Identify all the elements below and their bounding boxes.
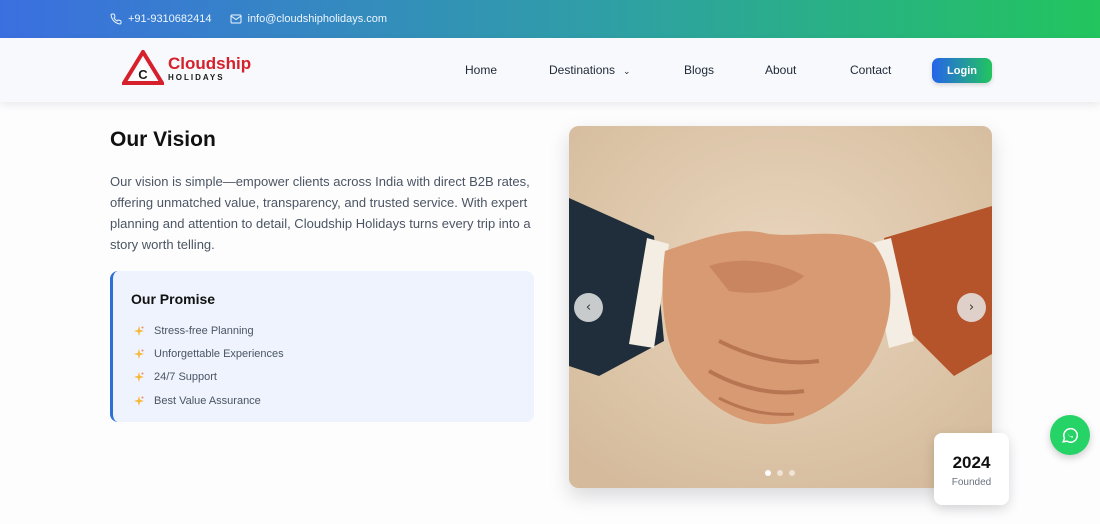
founded-badge: 2024 Founded xyxy=(934,433,1009,505)
list-item: Stress-free Planning xyxy=(133,319,284,342)
list-item: Unforgettable Experiences xyxy=(133,342,284,365)
whatsapp-icon xyxy=(1062,427,1079,443)
main-navbar: C Cloudship HOLIDAYS Home Destinations ⌄ … xyxy=(0,38,1100,102)
list-item: 24/7 Support xyxy=(133,366,284,389)
carousel-next-button[interactable]: › xyxy=(957,293,986,322)
chevron-left-icon: ‹ xyxy=(585,300,592,315)
sparkle-icon xyxy=(134,395,144,406)
founded-year: 2024 xyxy=(952,453,991,472)
carousel-prev-button[interactable]: ‹ xyxy=(574,293,603,322)
vision-title: Our Vision xyxy=(110,128,216,151)
email-address: info@cloudshipholidays.com xyxy=(247,13,388,25)
list-item: Best Value Assurance xyxy=(133,389,284,412)
promise-item-label: Stress-free Planning xyxy=(154,324,254,337)
nav-home[interactable]: Home xyxy=(465,63,497,77)
chevron-right-icon: › xyxy=(968,300,975,315)
image-carousel[interactable]: ‹ › xyxy=(569,126,992,488)
chevron-down-icon: ⌄ xyxy=(623,66,631,76)
promise-item-label: Unforgettable Experiences xyxy=(154,347,284,360)
carousel-dot[interactable] xyxy=(789,470,795,476)
promise-list: Stress-free Planning Unforgettable Exper… xyxy=(133,319,284,412)
nav-about[interactable]: About xyxy=(765,63,796,77)
vision-text: Our vision is simple—empower clients acr… xyxy=(110,174,531,252)
email-contact[interactable]: info@cloudshipholidays.com xyxy=(230,13,388,25)
sparkle-icon xyxy=(134,348,144,359)
handshake-image xyxy=(569,126,992,488)
phone-number: +91-9310682414 xyxy=(128,13,212,25)
promise-item-label: 24/7 Support xyxy=(154,371,217,384)
top-contact-bar: +91-9310682414 info@cloudshipholidays.co… xyxy=(0,0,1100,38)
promise-card: Our Promise Stress-free Planning Unforge… xyxy=(110,271,534,422)
nav-destinations-label: Destinations xyxy=(549,63,616,77)
phone-contact[interactable]: +91-9310682414 xyxy=(110,13,212,25)
sparkle-icon xyxy=(134,325,144,336)
phone-icon xyxy=(110,13,122,25)
nav-blogs[interactable]: Blogs xyxy=(684,63,714,77)
sparkle-icon xyxy=(134,372,144,383)
founded-label: Founded xyxy=(951,477,992,488)
carousel-dot[interactable] xyxy=(777,470,783,476)
carousel-indicators xyxy=(765,470,795,476)
whatsapp-button[interactable] xyxy=(1050,415,1090,455)
promise-title: Our Promise xyxy=(131,291,216,307)
login-button[interactable]: Login xyxy=(932,58,992,83)
promise-item-label: Best Value Assurance xyxy=(154,394,261,407)
carousel-dot[interactable] xyxy=(765,470,771,476)
mail-icon xyxy=(230,14,241,24)
nav-destinations[interactable]: Destinations ⌄ xyxy=(549,63,631,77)
nav-contact[interactable]: Contact xyxy=(850,63,891,77)
